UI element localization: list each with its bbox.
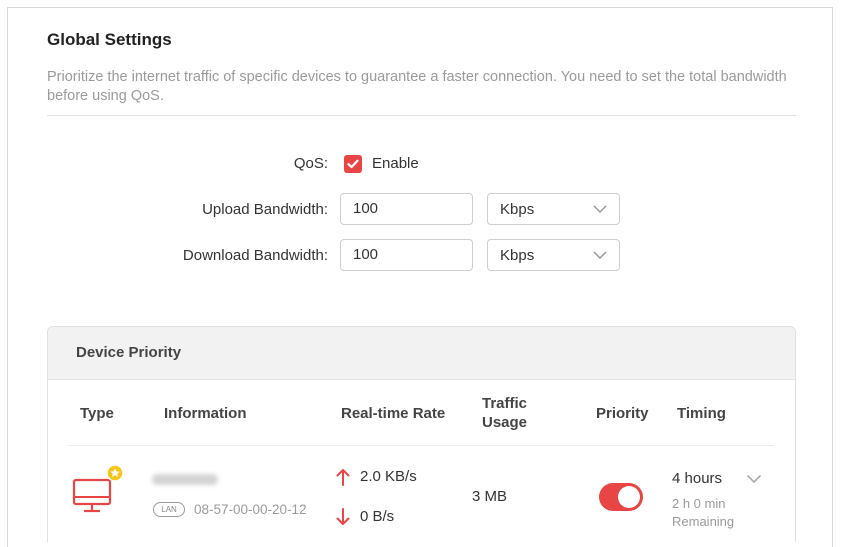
column-header-realtime-rate: Real-time Rate bbox=[341, 405, 446, 422]
column-header-traffic-usage: Traffic Usage bbox=[482, 395, 528, 431]
download-rate: 0 B/s bbox=[360, 508, 395, 525]
column-header-type: Type bbox=[80, 405, 114, 422]
download-unit-select[interactable]: Kbps bbox=[487, 239, 620, 271]
page-title: Global Settings bbox=[47, 30, 172, 49]
upload-arrow-icon bbox=[336, 469, 350, 486]
upload-unit-select[interactable]: Kbps bbox=[487, 193, 620, 225]
connection-type-badge: LAN bbox=[153, 502, 185, 517]
upload-bandwidth-label: Upload Bandwidth: bbox=[202, 201, 328, 218]
checkmark-icon bbox=[347, 159, 359, 169]
chevron-down-icon bbox=[593, 205, 607, 213]
table-header-divider bbox=[68, 445, 774, 446]
qos-enable-label[interactable]: Enable bbox=[372, 155, 419, 172]
remaining-time: 2 h 0 min bbox=[672, 496, 726, 511]
upload-unit-value: Kbps bbox=[500, 200, 535, 218]
traffic-usage-value: 3 MB bbox=[472, 488, 508, 505]
desktop-monitor-icon bbox=[72, 464, 124, 513]
toggle-knob bbox=[618, 486, 640, 508]
column-header-timing: Timing bbox=[677, 405, 726, 422]
upload-bandwidth-input[interactable]: 100 bbox=[340, 193, 473, 225]
chevron-down-icon bbox=[593, 251, 607, 259]
column-header-priority: Priority bbox=[596, 405, 649, 422]
priority-toggle[interactable] bbox=[599, 483, 643, 511]
device-priority-title: Device Priority bbox=[48, 327, 795, 380]
section-divider bbox=[47, 115, 796, 116]
section-description: Prioritize the internet traffic of speci… bbox=[47, 69, 787, 104]
remaining-label: Remaining bbox=[672, 514, 735, 529]
qos-enable-checkbox[interactable] bbox=[344, 155, 362, 173]
download-arrow-icon bbox=[336, 508, 350, 525]
download-unit-value: Kbps bbox=[500, 246, 535, 264]
device-name-redacted bbox=[152, 474, 218, 485]
upload-rate: 2.0 KB/s bbox=[360, 468, 417, 485]
download-bandwidth-input[interactable]: 100 bbox=[340, 239, 473, 271]
qos-label: QoS: bbox=[293, 155, 328, 172]
device-mac-address: 08-57-00-00-20-12 bbox=[194, 502, 307, 517]
download-bandwidth-label: Download Bandwidth: bbox=[182, 247, 328, 264]
column-header-information: Information bbox=[164, 405, 247, 422]
chevron-down-icon[interactable] bbox=[746, 474, 762, 484]
timing-value[interactable]: 4 hours bbox=[672, 470, 722, 487]
